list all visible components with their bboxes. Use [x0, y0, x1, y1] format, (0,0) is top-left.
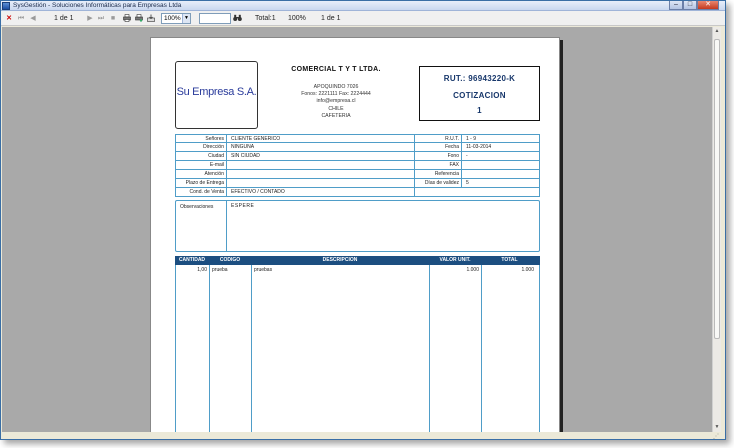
rut-box: RUT.: 96943220-K COTIZACION 1 — [419, 66, 540, 121]
items-table: 1,00 prueba pruebas 1.000 1.000 — [175, 265, 540, 432]
app-icon — [2, 2, 10, 10]
direccion-label: Dirección — [203, 144, 224, 150]
resize-grip-icon[interactable]: ⋰ — [713, 433, 725, 441]
page-counter: 1 de 1 — [54, 15, 74, 22]
document-type: COTIZACION — [453, 91, 506, 100]
app-window: SysGestión - Soluciones Informáticas par… — [0, 0, 726, 440]
validez-value: 5 — [466, 180, 469, 186]
item-cantidad: 1,00 — [197, 267, 207, 273]
total-label: Total:1 — [255, 15, 276, 22]
minimize-button[interactable]: – — [669, 1, 683, 10]
search-input[interactable] — [199, 13, 231, 24]
senores-value: CLIENTE GENERICO — [231, 136, 281, 142]
observaciones-box: Observaciones ESPERE — [175, 200, 540, 252]
plazo-label: Plazo de Entrega — [185, 180, 224, 186]
rut-number: RUT.: 96943220-K — [443, 74, 516, 83]
rut-value: 1 - 9 — [466, 136, 477, 142]
window-title: SysGestión - Soluciones Informáticas par… — [13, 2, 182, 9]
fecha-label: Fecha — [445, 144, 459, 150]
fono-label: Fono — [447, 153, 459, 159]
email-label: E-mail — [209, 162, 224, 168]
printer-setup-icon[interactable] — [135, 14, 143, 23]
col-codigo: CODIGO — [219, 257, 241, 263]
fecha-value: 11-03-2014 — [466, 144, 492, 150]
maximize-button[interactable]: □ — [683, 1, 697, 10]
report-canvas: Su Empresa S.A. COMERCIAL T Y T LTDA. AP… — [2, 27, 712, 432]
item-valor-unit: 1.000 — [466, 267, 479, 273]
item-descripcion: pruebas — [254, 267, 273, 273]
rut-label: R.U.T. — [445, 136, 459, 142]
country-line: CHILE — [328, 106, 344, 112]
phones-line: Fonos: 2221111 Fax: 2224444 — [301, 91, 371, 97]
col-descripcion: DESCRIPCION — [322, 257, 358, 263]
validez-label: Días de validez — [424, 180, 459, 186]
item-codigo: prueba — [212, 267, 228, 273]
row-cond-venta: Cond. de Venta EFECTIVO / CONTADO — [175, 188, 540, 197]
scroll-down-icon[interactable]: ▼ — [713, 423, 721, 432]
row-direccion: Dirección NINGUNA Fecha 11-03-2014 — [175, 143, 540, 152]
scroll-up-icon[interactable]: ▲ — [713, 27, 721, 36]
item-total: 1.000 — [521, 267, 534, 273]
company-logo: Su Empresa S.A. — [175, 61, 258, 129]
binoculars-icon[interactable] — [233, 14, 242, 23]
last-page-icon[interactable]: ⏭ — [97, 14, 105, 23]
prev-page-icon[interactable]: ◀ — [29, 14, 37, 23]
zoom-select-value: 100% — [164, 15, 181, 22]
row-atencion: Atención Referencia — [175, 170, 540, 179]
row-ciudad: Ciudad SIN CIUDAD Fono - — [175, 152, 540, 161]
fax-label: FAX — [449, 162, 459, 168]
close-report-icon[interactable]: ✕ — [5, 14, 13, 23]
close-window-button[interactable]: ✕ — [697, 1, 719, 10]
document-number: 1 — [477, 106, 482, 115]
senores-label: Señores — [205, 136, 224, 142]
vertical-scrollbar[interactable]: ▲ ▼ — [712, 27, 721, 432]
referencia-label: Referencia — [434, 171, 459, 177]
title-bar[interactable]: SysGestión - Soluciones Informáticas par… — [1, 1, 725, 11]
zoom-select[interactable]: 100% ▼ — [161, 13, 191, 24]
logo-text: Su Empresa S.A. — [176, 86, 257, 98]
cond-label: Cond. de Venta — [189, 189, 224, 195]
items-header: CANTIDAD CODIGO DESCRIPCION VALOR UNIT. … — [175, 256, 540, 265]
report-toolbar: ✕ ⏮ ◀ 1 de 1 ▶ ⏭ ■ 100% ▼ Total:1 100% 1… — [1, 11, 725, 26]
next-page-icon[interactable]: ▶ — [86, 14, 94, 23]
direccion-value: NINGUNA — [231, 144, 255, 150]
fono-value: - — [466, 153, 468, 159]
address-line: APOQUINDO 7026 — [313, 84, 359, 90]
row-senores: Señores CLIENTE GENERICO R.U.T. 1 - 9 — [175, 134, 540, 143]
ciudad-value: SIN CIUDAD — [231, 153, 260, 159]
observaciones-value: ESPERE — [231, 203, 255, 209]
email-line: info@empresa.cl — [316, 98, 356, 104]
print-icon[interactable] — [123, 14, 131, 23]
atencion-label: Atención — [204, 171, 224, 177]
zoom-status: 100% — [288, 15, 306, 22]
cond-value: EFECTIVO / CONTADO — [231, 189, 285, 195]
company-name: COMERCIAL T Y T LTDA. — [291, 66, 381, 73]
stop-icon[interactable]: ■ — [109, 14, 117, 23]
col-cantidad: CANTIDAD — [178, 257, 206, 263]
row-plazo: Plazo de Entrega Días de validez 5 — [175, 179, 540, 188]
business-line: CAFETERIA — [321, 113, 351, 119]
row-email: E-mail FAX — [175, 161, 540, 170]
ciudad-label: Ciudad — [208, 153, 224, 159]
col-valor-unit: VALOR UNIT. — [439, 257, 471, 263]
page-status: 1 de 1 — [321, 15, 341, 22]
observaciones-label: Observaciones — [180, 204, 214, 210]
first-page-icon[interactable]: ⏮ — [17, 14, 25, 23]
scroll-thumb[interactable] — [714, 39, 720, 339]
report-page: Su Empresa S.A. COMERCIAL T Y T LTDA. AP… — [150, 37, 560, 432]
col-total: TOTAL — [501, 257, 518, 263]
export-icon[interactable] — [147, 14, 155, 23]
chevron-down-icon[interactable]: ▼ — [182, 14, 190, 23]
